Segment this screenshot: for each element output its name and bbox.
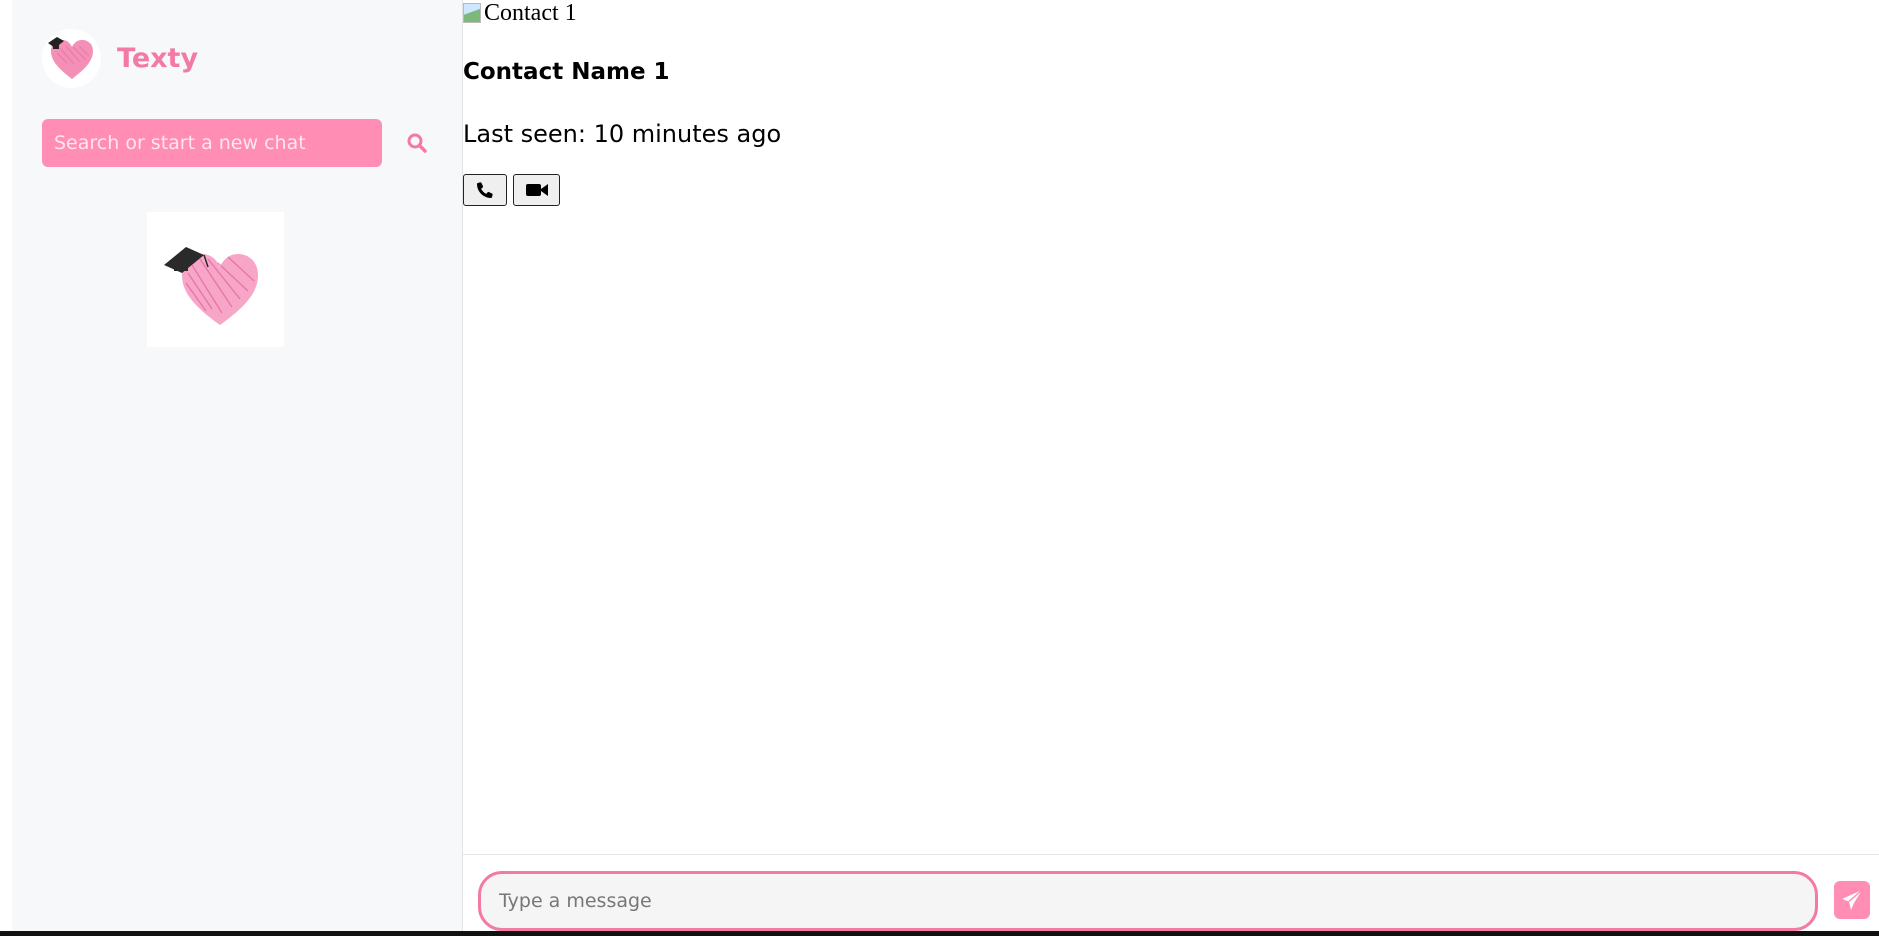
sidebar: Texty xyxy=(12,0,463,931)
video-call-button[interactable] xyxy=(513,174,560,206)
phone-icon xyxy=(477,182,493,198)
paper-plane-icon xyxy=(1842,889,1863,910)
search-button[interactable] xyxy=(400,128,434,158)
heart-graduation-cap-icon xyxy=(147,212,284,347)
left-edge-strip xyxy=(0,0,12,936)
search-input[interactable] xyxy=(42,119,382,167)
app-title: Texty xyxy=(117,43,199,74)
last-seen-status: Last seen: 10 minutes ago xyxy=(463,120,782,148)
contact-avatar-alt: Contact 1 xyxy=(484,0,577,26)
broken-image-icon xyxy=(463,3,481,23)
brand: Texty xyxy=(42,29,198,88)
contact-avatar: Contact 1 xyxy=(463,0,577,26)
app-logo-icon xyxy=(42,29,101,88)
send-button[interactable] xyxy=(1834,881,1870,919)
composer-divider xyxy=(463,854,1879,855)
contact-name: Contact Name 1 xyxy=(463,59,670,85)
search-icon xyxy=(407,133,427,153)
message-input[interactable] xyxy=(478,871,1818,931)
voice-call-button[interactable] xyxy=(463,174,507,206)
video-camera-icon xyxy=(525,184,548,196)
window-bottom-border xyxy=(0,931,1879,936)
